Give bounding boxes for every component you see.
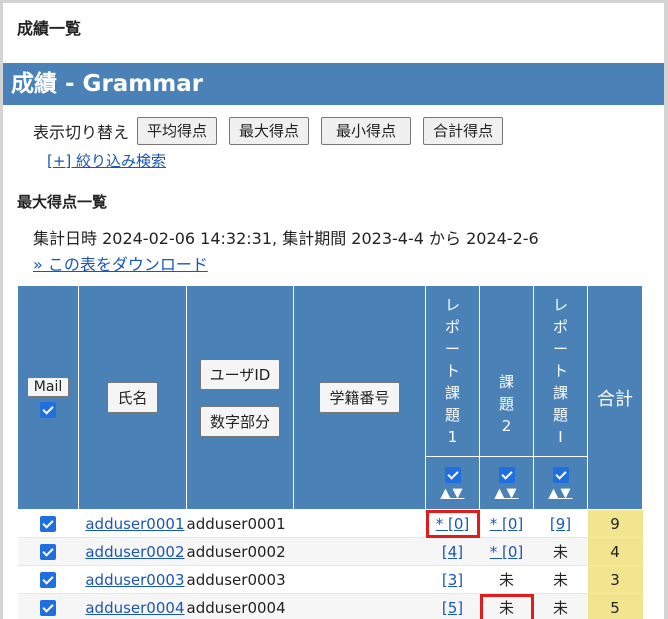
- userid-cell: adduser0003: [78, 565, 187, 594]
- sort-student-no-button[interactable]: 学籍番号: [319, 382, 400, 413]
- score-cell-col2: * [0]: [479, 537, 534, 566]
- grades-table: Mail 氏名 ユーザID 数字部分 学籍番号 レポート課題1 課 題 2 レ …: [17, 285, 643, 619]
- userid-link[interactable]: adduser0003: [85, 571, 184, 589]
- page-frame: 成績一覧 成績 - Grammar 表示切り替え 平均得点 最大得点 最小得点 …: [3, 3, 664, 619]
- average-score-button[interactable]: 平均得点: [137, 117, 218, 145]
- score-cell-col1: [4]: [425, 537, 480, 566]
- mail-button[interactable]: Mail: [26, 376, 70, 397]
- name-cell: adduser0001: [186, 509, 294, 538]
- row-checkbox[interactable]: [40, 600, 56, 616]
- summary-text: 集計日時 2024-02-06 14:32:31, 集計期間 2023-4-4 …: [33, 229, 539, 248]
- score-link[interactable]: * [0]: [490, 543, 524, 561]
- score-cell-col2: 未: [479, 593, 534, 619]
- student-no-cell: [293, 565, 426, 594]
- userid-cell: adduser0004: [78, 593, 187, 619]
- total-cell: 4: [587, 537, 643, 566]
- display-toggle: 表示切り替え 平均得点 最大得点 最小得点 合計得点: [33, 117, 515, 145]
- row-checkbox[interactable]: [40, 572, 56, 588]
- col1-sort[interactable]: ▲▼: [441, 486, 465, 501]
- col1-checkbox[interactable]: [444, 466, 461, 483]
- max-score-button[interactable]: 最大得点: [229, 117, 310, 145]
- score-cell-col2: * [0]: [479, 509, 534, 538]
- table-header-row: Mail 氏名 ユーザID 数字部分 学籍番号 レポート課題1 課 題 2 レ …: [17, 285, 643, 510]
- row-checkbox-cell: [17, 593, 79, 619]
- col1-controls: ▲▼: [425, 456, 480, 510]
- score-cell-col1: [5]: [425, 593, 480, 619]
- row-checkbox[interactable]: [40, 544, 56, 560]
- table-row: adduser0003 adduser0003 [3] 未 未 3: [17, 565, 643, 594]
- row-checkbox[interactable]: [40, 516, 56, 532]
- table-row: adduser0002 adduser0002 [4] * [0] 未 4: [17, 537, 643, 566]
- mail-header: Mail: [17, 285, 79, 510]
- student-no-cell: [293, 593, 426, 619]
- score-cell-col3: 未: [533, 593, 588, 619]
- filter-search-link[interactable]: [+] 絞り込み検索: [47, 150, 166, 171]
- page-title: 成績 - Grammar: [3, 63, 664, 105]
- sort-name-button[interactable]: 氏名: [107, 382, 158, 413]
- userid-cell: adduser0001: [78, 509, 187, 538]
- score-cell-col3: 未: [533, 565, 588, 594]
- display-toggle-label: 表示切り替え: [33, 123, 130, 142]
- userid-header: ユーザID 数字部分: [186, 285, 294, 510]
- name-cell: adduser0003: [186, 565, 294, 594]
- score-link[interactable]: [5]: [442, 599, 463, 617]
- score-link[interactable]: [4]: [442, 543, 463, 561]
- score-cell-col3: [9]: [533, 509, 588, 538]
- col2-checkbox[interactable]: [498, 466, 515, 483]
- score-cell-col1: * [0]: [425, 509, 480, 538]
- name-header: 氏名: [78, 285, 187, 510]
- col3-sort[interactable]: ▲▼: [549, 486, 573, 501]
- download-link[interactable]: » この表をダウンロード: [33, 251, 208, 275]
- total-cell: 9: [587, 509, 643, 538]
- userid-link[interactable]: adduser0004: [85, 599, 184, 617]
- total-score-button[interactable]: 合計得点: [423, 117, 504, 145]
- min-score-button[interactable]: 最小得点: [321, 117, 412, 145]
- student-no-cell: [293, 537, 426, 566]
- breadcrumb: 成績一覧: [17, 19, 82, 38]
- sort-number-part-button[interactable]: 数字部分: [199, 405, 280, 437]
- score-link[interactable]: [3]: [442, 571, 463, 589]
- score-cell-col3: 未: [533, 537, 588, 566]
- name-cell: adduser0004: [186, 593, 294, 619]
- score-link[interactable]: * [0]: [490, 515, 524, 533]
- mail-select-all-checkbox[interactable]: [40, 402, 56, 418]
- col1-title: レポート課題1: [444, 296, 460, 446]
- sort-userid-button[interactable]: ユーザID: [199, 358, 281, 390]
- userid-link[interactable]: adduser0002: [85, 543, 184, 561]
- table-row: adduser0001 adduser0001 * [0] * [0] [9] …: [17, 509, 643, 538]
- userid-cell: adduser0002: [78, 537, 187, 566]
- col2-title: 課題2: [498, 373, 514, 435]
- row-checkbox-cell: [17, 565, 79, 594]
- col3-checkbox[interactable]: [552, 466, 569, 483]
- col2-controls: ▲▼: [479, 456, 534, 510]
- userid-link[interactable]: adduser0001: [85, 515, 184, 533]
- table-row: adduser0004 adduser0004 [5] 未 未 5: [17, 593, 643, 619]
- row-checkbox-cell: [17, 509, 79, 538]
- student-no-header: 学籍番号: [293, 285, 426, 510]
- row-checkbox-cell: [17, 537, 79, 566]
- student-no-cell: [293, 509, 426, 538]
- score-cell-col1: [3]: [425, 565, 480, 594]
- col3-title: レポート課題I: [552, 296, 568, 446]
- col2-header: 課題2: [479, 285, 534, 457]
- score-link[interactable]: * [0]: [436, 515, 470, 533]
- score-link[interactable]: [9]: [550, 515, 571, 533]
- col1-header: レポート課題1: [425, 285, 480, 457]
- total-header[interactable]: 合計: [587, 285, 643, 510]
- col3-header: レポート課題I: [533, 285, 588, 457]
- total-cell: 5: [587, 593, 643, 619]
- col3-controls: ▲▼: [533, 456, 588, 510]
- col2-sort[interactable]: ▲▼: [495, 486, 519, 501]
- section-title: 最大得点一覧: [17, 193, 108, 211]
- total-cell: 3: [587, 565, 643, 594]
- name-cell: adduser0002: [186, 537, 294, 566]
- score-cell-col2: 未: [479, 565, 534, 594]
